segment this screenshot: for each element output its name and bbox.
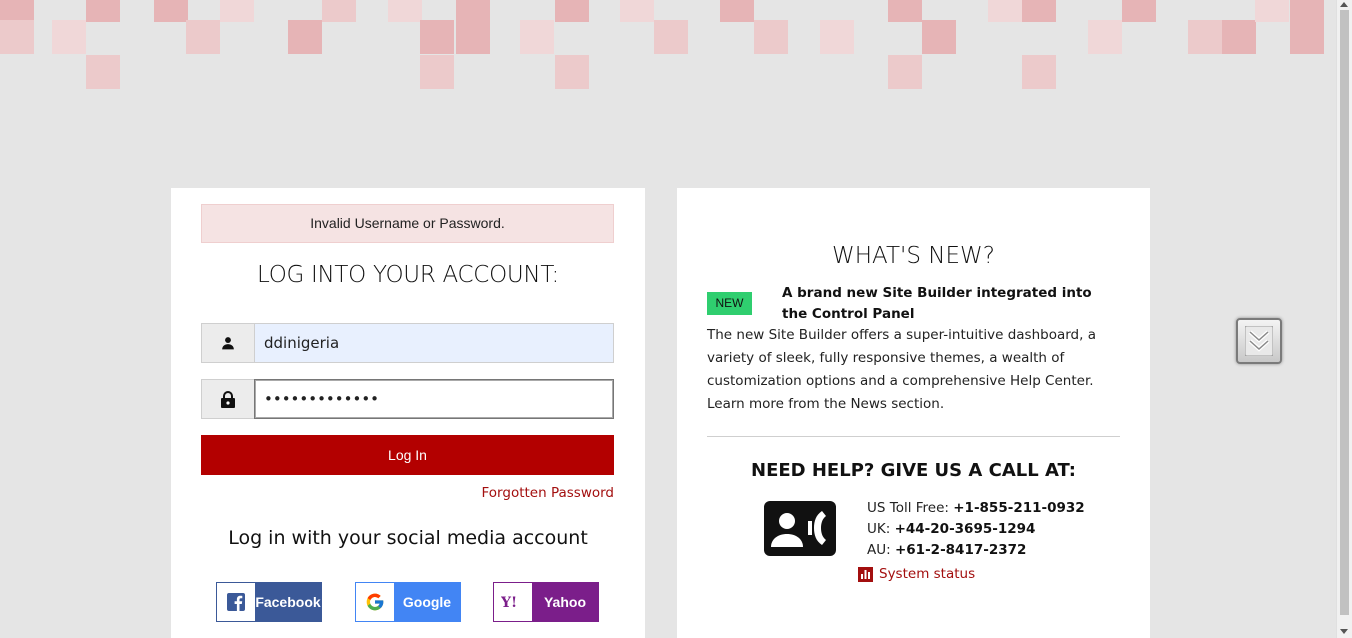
user-icon	[201, 323, 254, 363]
login-title: LOG INTO YOUR ACCOUNT:	[257, 262, 559, 288]
uk-phone: UK: +44-20-3695-1294	[867, 521, 1036, 537]
us-phone-number: +1-855-211-0932	[953, 500, 1085, 516]
us-phone: US Toll Free: +1-855-211-0932	[867, 500, 1085, 516]
page-scrollbar[interactable]	[1336, 0, 1352, 638]
system-status-label: System status	[879, 566, 976, 582]
new-badge: NEW	[707, 292, 752, 315]
uk-phone-number: +44-20-3695-1294	[894, 521, 1036, 537]
decorative-pixel-header	[0, 0, 1336, 90]
lock-icon	[201, 379, 254, 419]
help-title: NEED HELP? GIVE US A CALL AT:	[751, 460, 1076, 481]
social-login-title: Log in with your social media account	[228, 527, 588, 549]
whats-new-title: WHAT'S NEW?	[832, 243, 995, 269]
username-group	[201, 323, 614, 363]
double-chevron-down-icon	[1245, 326, 1273, 356]
bar-chart-icon	[858, 566, 873, 582]
divider	[707, 436, 1120, 437]
scroll-down-arrow-icon[interactable]	[1340, 629, 1348, 634]
google-login-button[interactable]: Google	[355, 582, 461, 622]
facebook-icon	[217, 583, 255, 621]
system-status-link[interactable]: System status	[858, 566, 975, 582]
error-message: Invalid Username or Password.	[201, 204, 614, 243]
facebook-label: Facebook	[255, 583, 321, 621]
yahoo-label: Yahoo	[532, 583, 598, 621]
google-label: Google	[394, 583, 460, 621]
password-input[interactable]	[254, 379, 614, 419]
contact-phone-icon	[764, 501, 836, 560]
google-icon	[356, 583, 394, 621]
password-group	[201, 379, 614, 419]
login-panel: Invalid Username or Password. LOG INTO Y…	[171, 188, 645, 638]
scroll-to-bottom-button[interactable]	[1236, 318, 1282, 364]
news-body: The new Site Builder offers a super-intu…	[707, 327, 1096, 412]
news-headline: A brand new Site Builder integrated into…	[782, 285, 1092, 322]
yahoo-login-button[interactable]: Y! Yahoo	[493, 582, 599, 622]
phone-numbers: US Toll Free: +1-855-211-0932 UK: +44-20…	[867, 498, 1085, 561]
au-phone-number: +61-2-8417-2372	[894, 542, 1027, 558]
au-phone: AU: +61-2-8417-2372	[867, 542, 1027, 558]
yahoo-icon: Y!	[494, 583, 532, 621]
forgotten-password-link[interactable]: Forgotten Password	[482, 485, 614, 501]
facebook-login-button[interactable]: Facebook	[216, 582, 322, 622]
scroll-up-arrow-icon[interactable]	[1340, 2, 1348, 7]
svg-text:Y!: Y!	[501, 595, 517, 610]
username-input[interactable]	[254, 323, 614, 363]
news-panel: WHAT'S NEW? NEW A brand new Site Builder…	[677, 188, 1150, 638]
scroll-thumb[interactable]	[1340, 10, 1349, 615]
login-button[interactable]: Log In	[201, 435, 614, 475]
